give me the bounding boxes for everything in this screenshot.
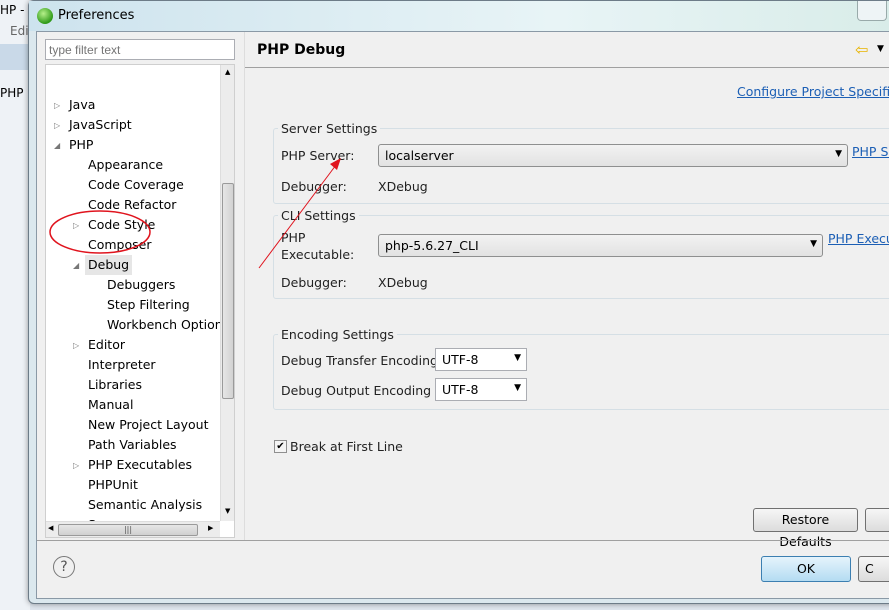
annotation-arrow-line [258, 164, 337, 269]
annotation-overlay [49, 158, 341, 269]
annotation-arrow-head [330, 158, 341, 170]
highlight-ellipse [49, 210, 151, 254]
